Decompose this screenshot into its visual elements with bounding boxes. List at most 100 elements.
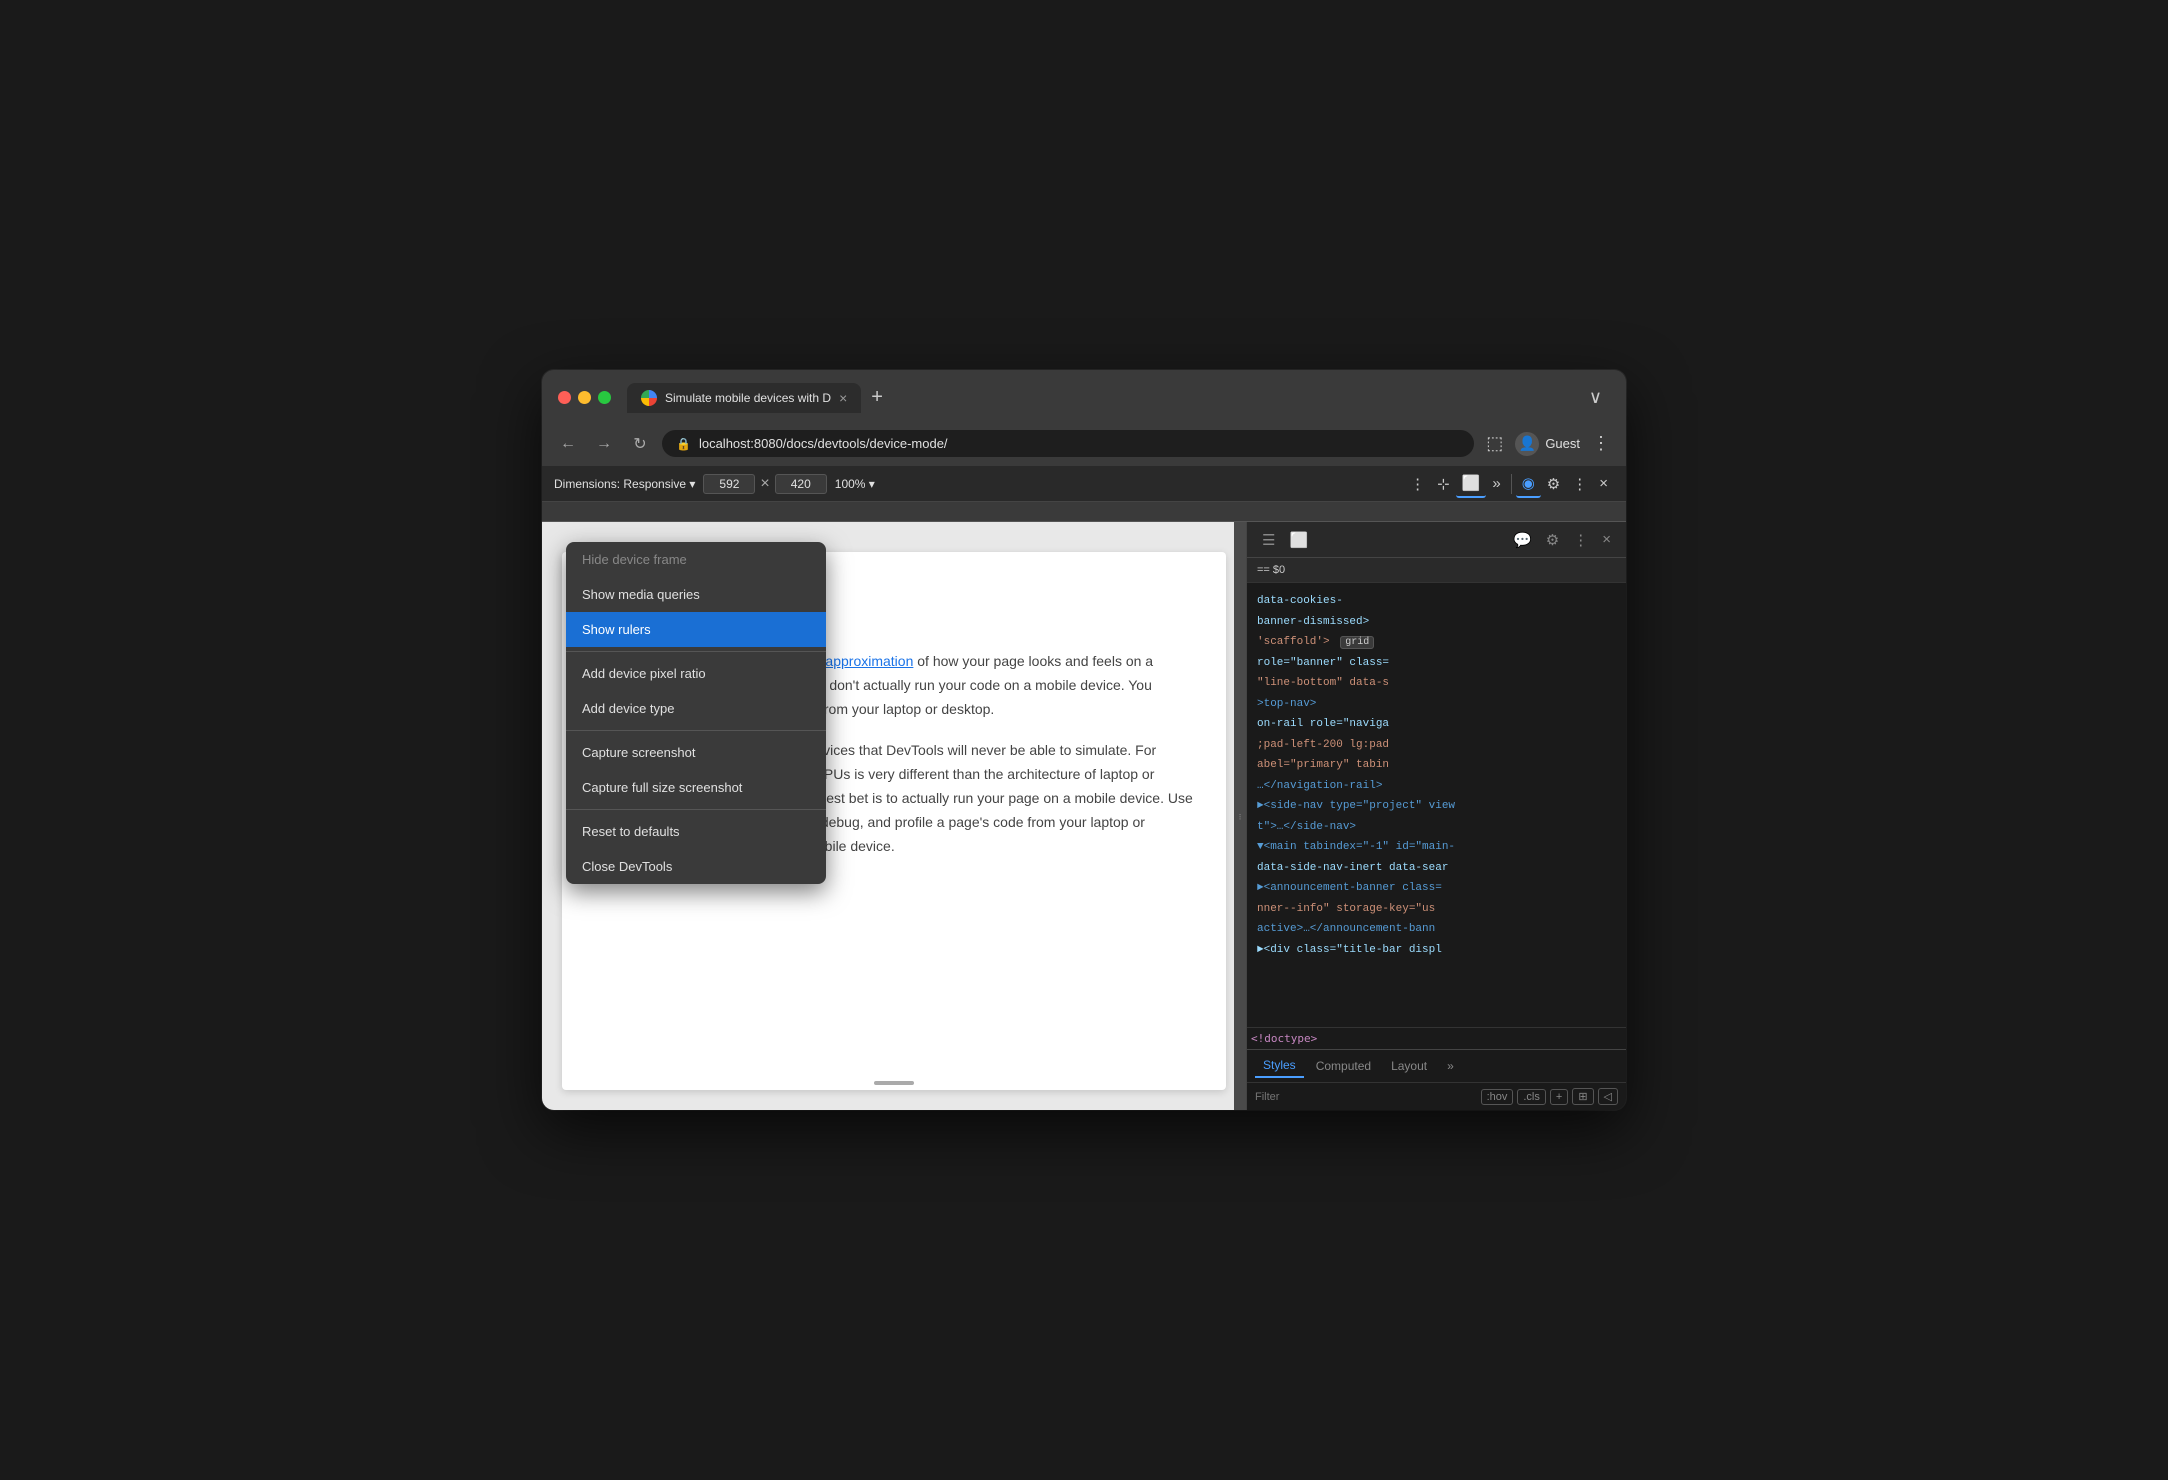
add-filter-button[interactable]: + xyxy=(1550,1089,1568,1105)
avatar-icon: 👤 xyxy=(1515,432,1539,456)
dimensions-label[interactable]: Dimensions: Responsive ▾ xyxy=(554,477,695,491)
tab-overflow-button[interactable]: ∨ xyxy=(1581,383,1610,412)
dom-line-15: ►<announcement-banner class= xyxy=(1253,878,1620,899)
dom-line-17: active>…</announcement-bann xyxy=(1253,919,1620,940)
elements-panel-button[interactable]: ☰ xyxy=(1257,528,1280,552)
hov-filter-badge[interactable]: :hov xyxy=(1481,1089,1514,1105)
refresh-button[interactable]: ↻ xyxy=(626,430,654,458)
cursor-button[interactable]: ⊹ xyxy=(1431,471,1456,497)
browser-tab-active[interactable]: Simulate mobile devices with D × xyxy=(627,383,861,413)
dimension-separator: × xyxy=(760,475,769,493)
dom-line-14: data-side-nav-inert data-sear xyxy=(1253,858,1620,879)
panel-right-icons: 💬 ⚙ ⋮ × xyxy=(1508,528,1616,552)
traffic-lights xyxy=(558,391,611,404)
devtools-panel-header: ☰ ⬜ 💬 ⚙ ⋮ × xyxy=(1247,522,1626,558)
dom-line-9: abel="primary" tabin xyxy=(1253,755,1620,776)
styles-filter-input[interactable] xyxy=(1255,1091,1475,1103)
dropdown-item-capture-full-size-screenshot[interactable]: Capture full size screenshot xyxy=(566,770,826,805)
dropdown-item-reset-to-defaults[interactable]: Reset to defaults xyxy=(566,814,826,849)
dropdown-item-show-rulers[interactable]: Show rulers xyxy=(566,612,826,647)
chevron-button[interactable]: » xyxy=(1486,471,1506,496)
selected-element-bar: == $0 xyxy=(1247,558,1626,583)
console-panel-button[interactable]: 💬 xyxy=(1508,528,1537,552)
main-content: # Limitations Think of Device Mode as a … xyxy=(542,502,1626,1110)
more-tabs-button[interactable]: » xyxy=(1439,1055,1462,1077)
dropdown-item-add-device-pixel-ratio[interactable]: Add device pixel ratio xyxy=(566,656,826,691)
computed-styles-icon[interactable]: ⊞ xyxy=(1572,1088,1593,1105)
toolbar-right: ⬚ 👤 Guest ⋮ xyxy=(1482,429,1614,458)
dom-line-4: role="banner" class= xyxy=(1253,653,1620,674)
selected-element-text: == $0 xyxy=(1257,564,1285,576)
tab-close-button[interactable]: × xyxy=(839,390,847,406)
dropdown-item-capture-screenshot[interactable]: Capture screenshot xyxy=(566,735,826,770)
width-input[interactable] xyxy=(703,474,755,494)
close-window-button[interactable] xyxy=(558,391,571,404)
dom-line-5: "line-bottom" data-s xyxy=(1253,673,1620,694)
styles-tabs-row: Styles Computed Layout » xyxy=(1247,1049,1626,1082)
gear-icon[interactable]: ⚙ xyxy=(1541,528,1564,552)
profile-label: Guest xyxy=(1545,436,1580,451)
cls-filter-badge[interactable]: .cls xyxy=(1517,1089,1546,1105)
title-bar: Simulate mobile devices with D × + ∨ xyxy=(542,370,1626,421)
tab-title: Simulate mobile devices with D xyxy=(665,391,831,405)
toggle-sidebar-icon[interactable]: ◁ xyxy=(1598,1088,1618,1105)
panel-button[interactable]: ◉ xyxy=(1516,470,1541,498)
chrome-menu-icon[interactable]: ⋮ xyxy=(1588,429,1614,458)
more-options-button[interactable]: ⋮ xyxy=(1404,471,1431,497)
back-button[interactable]: ← xyxy=(554,430,582,458)
styles-tab[interactable]: Styles xyxy=(1255,1054,1304,1078)
filter-badges: :hov .cls + ⊞ ◁ xyxy=(1481,1088,1618,1105)
address-bar-row: ← → ↻ 🔒 localhost:8080/docs/devtools/dev… xyxy=(542,421,1626,466)
grid-badge: grid xyxy=(1340,636,1374,649)
close-panel-button[interactable]: × xyxy=(1597,528,1616,552)
resize-dots: · · · xyxy=(1235,813,1246,819)
dom-line-12: t">…</side-nav> xyxy=(1253,817,1620,838)
dropdown-divider-3 xyxy=(566,809,826,810)
doctype-line: <!doctype> xyxy=(1247,1027,1626,1049)
dom-line-11: ►<side-nav type="project" view xyxy=(1253,796,1620,817)
ruler-area xyxy=(542,502,1626,522)
zoom-selector[interactable]: 100% ▾ xyxy=(835,477,875,491)
dom-line-6: >top-nav> xyxy=(1253,694,1620,715)
dom-line-16: nner--info" storage-key="us xyxy=(1253,899,1620,920)
dom-line-18: ►<div class="title-bar displ xyxy=(1253,940,1620,961)
dropdown-item-show-media-queries[interactable]: Show media queries xyxy=(566,577,826,612)
more-panel-icon[interactable]: ⋮ xyxy=(1568,528,1593,552)
settings-button[interactable]: ⚙ xyxy=(1541,471,1566,497)
simulated-page: # Limitations Think of Device Mode as a … xyxy=(542,522,1246,1110)
panel-tools: ☰ ⬜ xyxy=(1257,528,1313,552)
more-panel-button[interactable]: ⋮ xyxy=(1566,471,1593,497)
close-devtools-button[interactable]: × xyxy=(1593,471,1614,496)
new-tab-button[interactable]: + xyxy=(861,382,893,413)
cast-icon[interactable]: ⬚ xyxy=(1482,429,1507,458)
forward-button[interactable]: → xyxy=(590,430,618,458)
page-bottom-handle[interactable] xyxy=(874,1081,914,1085)
title-bar-top: Simulate mobile devices with D × + ∨ xyxy=(558,382,1610,413)
device-frame-button[interactable]: ⬜ xyxy=(1456,470,1487,498)
address-bar[interactable]: 🔒 localhost:8080/docs/devtools/device-mo… xyxy=(662,430,1474,457)
dom-line-7: on-rail role="naviga xyxy=(1253,714,1620,735)
page-and-devtools: # Limitations Think of Device Mode as a … xyxy=(542,522,1626,1110)
network-panel-button[interactable]: ⬜ xyxy=(1284,528,1313,552)
tab-favicon-chrome xyxy=(641,390,657,406)
lock-icon: 🔒 xyxy=(676,437,691,451)
tabs-row: Simulate mobile devices with D × + ∨ xyxy=(627,382,1610,413)
page-resize-handle[interactable]: · · · xyxy=(1234,522,1246,1110)
maximize-window-button[interactable] xyxy=(598,391,611,404)
dropdown-item-hide-device-frame[interactable]: Hide device frame xyxy=(566,542,826,577)
dropdown-item-close-devtools[interactable]: Close DevTools xyxy=(566,849,826,884)
devtools-panel: ☰ ⬜ 💬 ⚙ ⋮ × == $0 xyxy=(1246,522,1626,1110)
content-with-ruler: # Limitations Think of Device Mode as a … xyxy=(542,502,1626,1110)
computed-tab[interactable]: Computed xyxy=(1308,1055,1379,1077)
dropdown-item-add-device-type[interactable]: Add device type xyxy=(566,691,826,726)
dom-line-8: ;pad-left-200 lg:pad xyxy=(1253,735,1620,756)
dom-line-10: …</navigation-rail> xyxy=(1253,776,1620,797)
minimize-window-button[interactable] xyxy=(578,391,591,404)
styles-filter-bar: :hov .cls + ⊞ ◁ xyxy=(1247,1082,1626,1110)
profile-button[interactable]: 👤 Guest xyxy=(1515,432,1580,456)
dom-tree: data-cookies- banner-dismissed> 'scaffol… xyxy=(1247,583,1626,1023)
layout-tab[interactable]: Layout xyxy=(1383,1055,1435,1077)
height-input[interactable] xyxy=(775,474,827,494)
dom-line-13: ▼<main tabindex="-1" id="main- xyxy=(1253,837,1620,858)
dropdown-divider-1 xyxy=(566,651,826,652)
